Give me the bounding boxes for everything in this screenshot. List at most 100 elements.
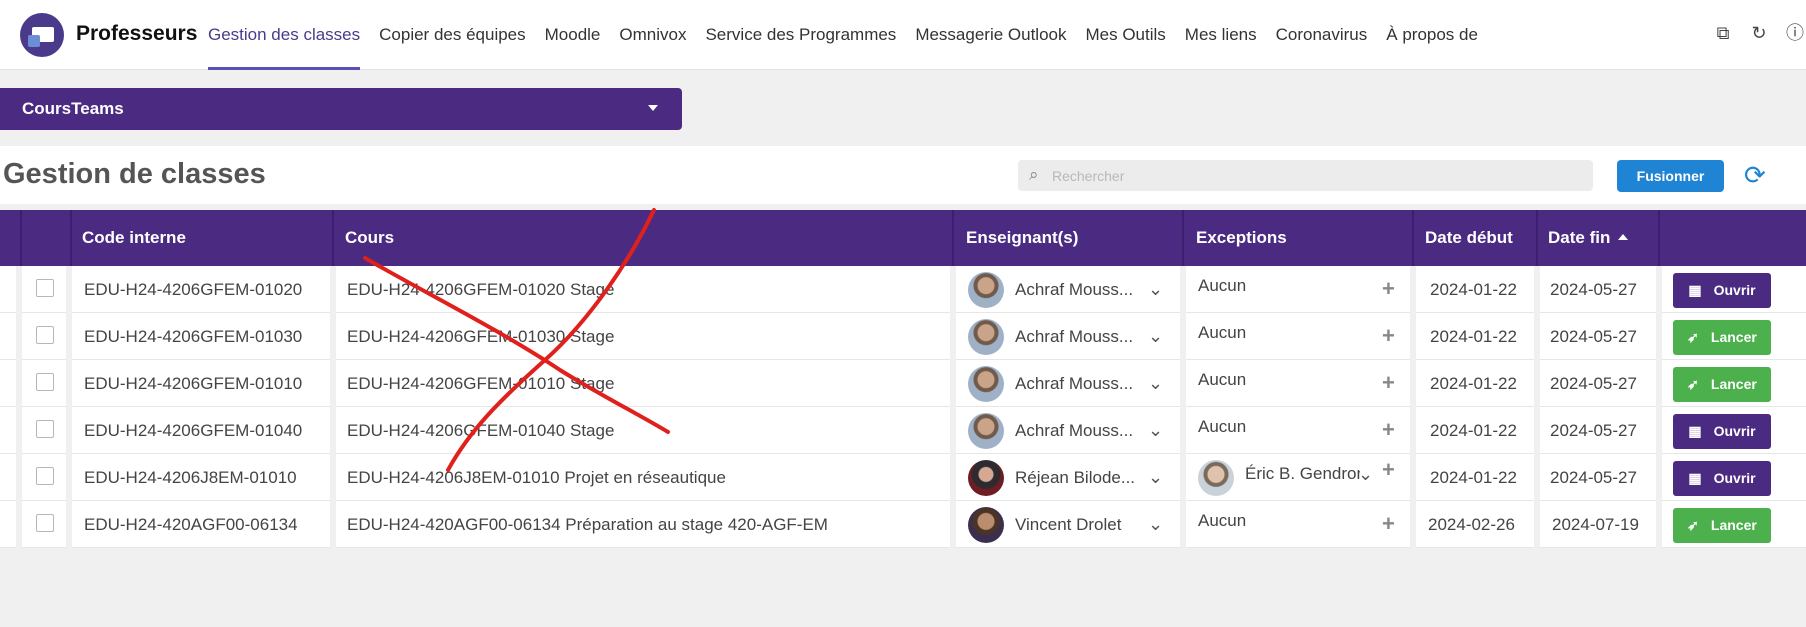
chevron-down-icon[interactable]: ⌄ (1148, 501, 1163, 548)
header-exceptions[interactable]: Exceptions (1196, 210, 1287, 266)
add-exception-icon[interactable]: + (1382, 323, 1395, 349)
row-checkbox[interactable] (36, 467, 54, 485)
table-row: EDU-H24-4206GFEM-01030 EDU-H24-4206GFEM-… (0, 313, 1806, 360)
chevron-down-icon[interactable]: ⌄ (1148, 266, 1163, 313)
add-exception-icon[interactable]: + (1382, 417, 1395, 443)
column-separator (16, 454, 22, 501)
column-separator (950, 407, 956, 454)
header-date-fin-label: Date fin (1548, 228, 1611, 247)
table-row: EDU-H24-4206GFEM-01040 EDU-H24-4206GFEM-… (0, 407, 1806, 454)
popout-icon[interactable]: ⧉ (1712, 22, 1734, 44)
chevron-down-icon[interactable]: ⌄ (1148, 454, 1163, 501)
refresh-icon[interactable]: ⟳ (1744, 159, 1766, 191)
column-separator (950, 454, 956, 501)
cell-cours: EDU-H24-4206GFEM-01010 Stage (347, 374, 615, 393)
column-separator (950, 360, 956, 407)
page-title: Gestion de classes (3, 158, 266, 190)
launch-team-button[interactable]: ➶ Lancer (1673, 367, 1771, 402)
tab-service-des-programmes[interactable]: Service des Programmes (696, 0, 906, 70)
search-input[interactable] (1052, 160, 1582, 191)
search-box: ⌕ (1018, 160, 1593, 191)
column-separator (950, 313, 956, 360)
tab-mes-outils[interactable]: Mes Outils (1076, 0, 1175, 70)
column-separator (1534, 360, 1540, 407)
column-separator (1180, 313, 1186, 360)
chevron-down-icon[interactable]: ⌄ (1358, 454, 1373, 494)
column-separator (1180, 501, 1186, 548)
app-logo-icon (20, 13, 64, 57)
launch-team-button[interactable]: ➶ Lancer (1673, 508, 1771, 543)
cell-date-debut: 2024-02-26 (1428, 515, 1515, 534)
column-separator (16, 313, 22, 360)
teams-icon: ▦ (1688, 470, 1702, 486)
column-separator (1656, 407, 1662, 454)
column-separator (1534, 454, 1540, 501)
tab-mes-liens[interactable]: Mes liens (1175, 0, 1266, 70)
avatar (968, 507, 1004, 543)
open-team-button-label: Ouvrir (1713, 282, 1756, 298)
cell-date-debut: 2024-01-22 (1430, 374, 1517, 393)
row-checkbox[interactable] (36, 420, 54, 438)
column-separator (16, 501, 22, 548)
tab-a-propos-de[interactable]: À propos de (1377, 0, 1488, 70)
cell-cours: EDU-H24-420AGF00-06134 Préparation au st… (347, 515, 828, 534)
cell-date-fin: 2024-05-27 (1550, 280, 1637, 299)
tab-omnivox[interactable]: Omnivox (610, 0, 696, 70)
column-separator (16, 360, 22, 407)
chevron-down-icon[interactable]: ⌄ (1148, 313, 1163, 360)
column-separator (1410, 313, 1416, 360)
avatar (1198, 460, 1234, 496)
add-exception-icon[interactable]: + (1382, 276, 1395, 302)
cell-exception: Aucun (1198, 417, 1247, 436)
add-exception-icon[interactable]: + (1382, 370, 1395, 396)
open-team-button[interactable]: ▦ Ouvrir (1673, 273, 1771, 308)
cell-code: EDU-H24-4206J8EM-01010 (84, 468, 297, 487)
row-checkbox[interactable] (36, 514, 54, 532)
rocket-icon: ➶ (1687, 376, 1699, 392)
tab-copier-des-equipes[interactable]: Copier des équipes (370, 0, 535, 70)
cell-date-fin: 2024-05-27 (1550, 468, 1637, 487)
team-dropdown[interactable]: CoursTeams (0, 88, 682, 130)
column-separator (66, 266, 72, 313)
launch-team-button[interactable]: ➶ Lancer (1673, 320, 1771, 355)
reload-icon[interactable]: ↻ (1748, 22, 1770, 44)
row-checkbox[interactable] (36, 279, 54, 297)
merge-button[interactable]: Fusionner (1617, 160, 1724, 192)
cell-cours: EDU-H24-4206J8EM-01010 Projet en réseaut… (347, 468, 726, 487)
header-date-fin[interactable]: Date fin (1548, 210, 1629, 266)
avatar (968, 319, 1004, 355)
row-checkbox[interactable] (36, 326, 54, 344)
tab-coronavirus[interactable]: Coronavirus (1266, 0, 1377, 70)
tab-messagerie-outlook[interactable]: Messagerie Outlook (906, 0, 1076, 70)
column-separator (1180, 454, 1186, 501)
info-icon[interactable]: ⓘ (1784, 22, 1806, 44)
open-team-button[interactable]: ▦ Ouvrir (1673, 414, 1771, 449)
column-separator (330, 407, 336, 454)
cell-exception: Aucun (1198, 323, 1247, 342)
column-separator (330, 360, 336, 407)
cell-cours: EDU-H24-4206GFEM-01020 Stage (347, 280, 615, 299)
header-date-debut[interactable]: Date début (1425, 210, 1513, 266)
header-divider (952, 210, 954, 266)
search-icon: ⌕ (1029, 165, 1039, 184)
row-checkbox[interactable] (36, 373, 54, 391)
cell-cours: EDU-H24-4206GFEM-01040 Stage (347, 421, 615, 440)
tab-moodle[interactable]: Moodle (535, 0, 610, 70)
header-enseignants[interactable]: Enseignant(s) (966, 210, 1078, 266)
tab-gestion-des-classes[interactable]: Gestion des classes (208, 0, 370, 70)
add-exception-icon[interactable]: + (1382, 511, 1395, 537)
cell-code: EDU-H24-4206GFEM-01030 (84, 327, 303, 346)
column-separator (1410, 454, 1416, 501)
header-divider (1658, 210, 1660, 266)
header-code-interne[interactable]: Code interne (82, 210, 186, 266)
column-separator (1534, 501, 1540, 548)
column-separator (330, 266, 336, 313)
header-divider (20, 210, 22, 266)
open-team-button[interactable]: ▦ Ouvrir (1673, 461, 1771, 496)
header-cours[interactable]: Cours (345, 210, 394, 266)
chevron-down-icon[interactable]: ⌄ (1148, 360, 1163, 407)
chevron-down-icon[interactable]: ⌄ (1148, 407, 1163, 454)
avatar (968, 366, 1004, 402)
add-exception-icon[interactable]: + (1382, 457, 1395, 483)
app-title: Professeurs (76, 22, 198, 45)
